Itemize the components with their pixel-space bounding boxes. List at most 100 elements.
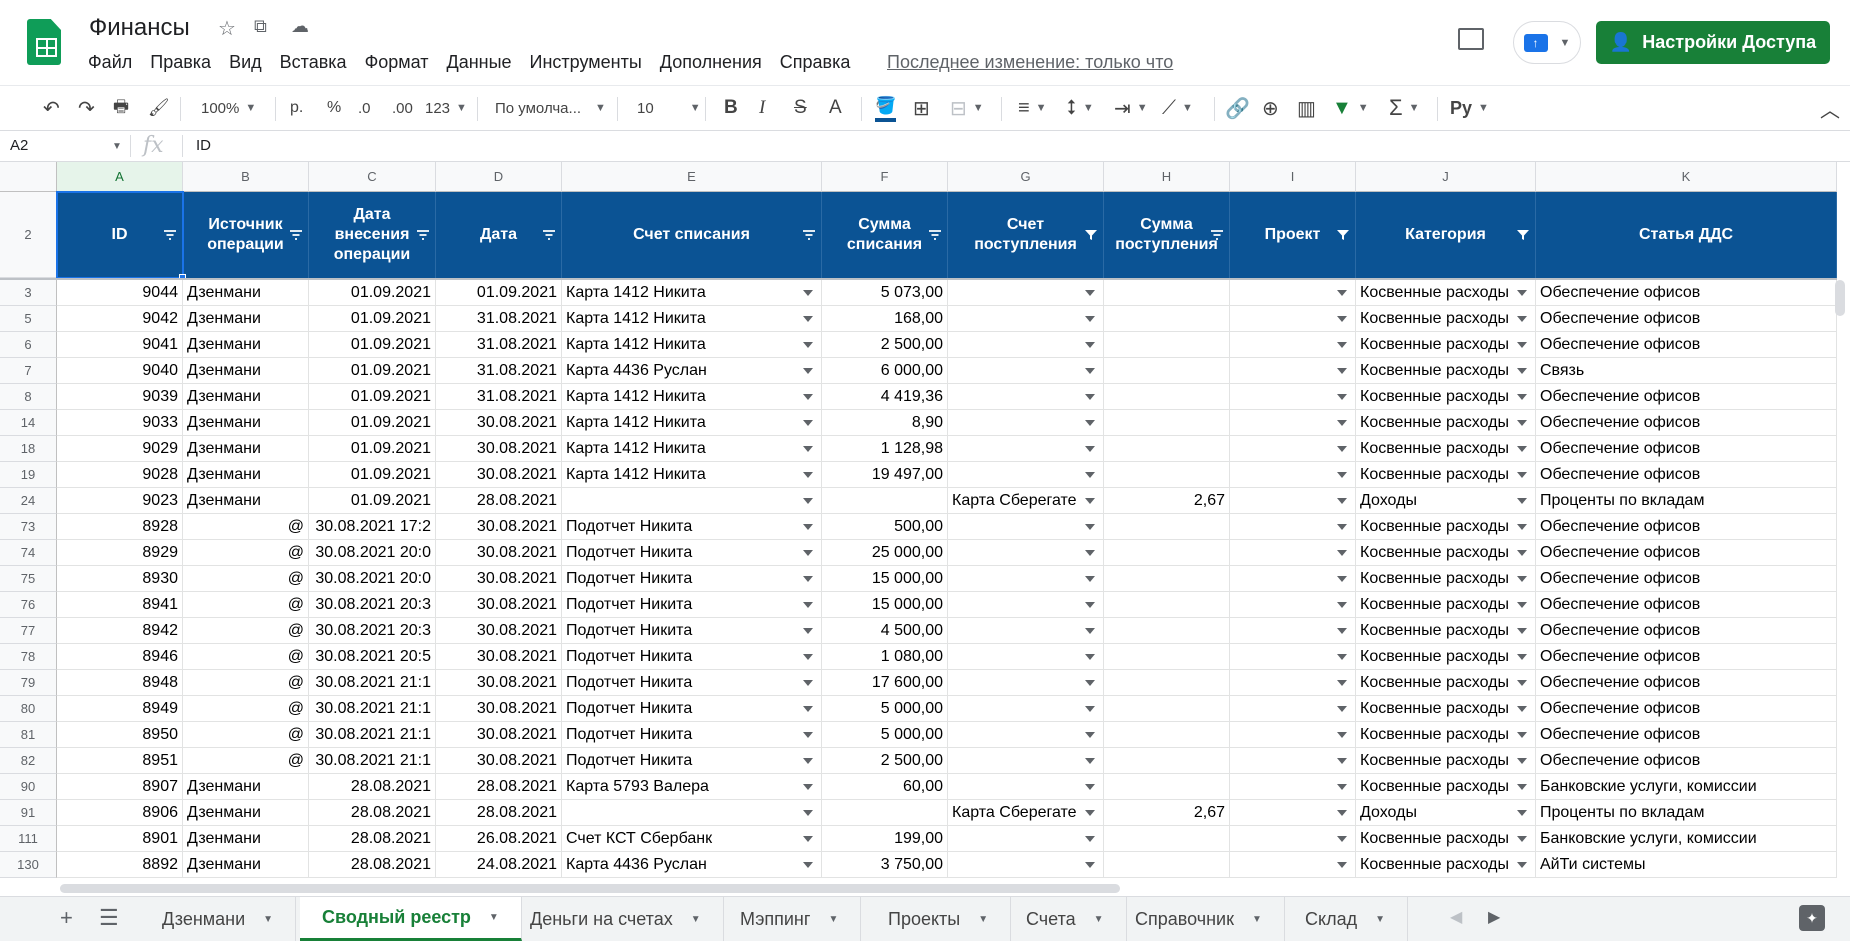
cell-src[interactable]: @ <box>183 696 309 722</box>
filter-icon[interactable] <box>1336 229 1350 241</box>
cell-insum[interactable]: 2,67 <box>1104 488 1230 514</box>
paint-format-icon[interactable]: 🖌 <box>148 94 170 122</box>
cell-sum[interactable]: 5 073,00 <box>822 280 948 306</box>
dropdown-chevron-icon[interactable] <box>1085 342 1095 348</box>
row-header[interactable]: 8 <box>0 384 57 410</box>
cell-id[interactable]: 8906 <box>57 800 183 826</box>
align-vertical-icon[interactable]: ⭥ ▼ <box>1066 94 1094 122</box>
present-button[interactable]: ↑ ▼ <box>1513 21 1581 64</box>
sheet-tab[interactable]: Мэппинг ▼ <box>718 897 862 941</box>
dropdown-chevron-icon[interactable] <box>1337 394 1347 400</box>
cell-proj[interactable] <box>1230 384 1356 410</box>
cell-proj[interactable] <box>1230 410 1356 436</box>
cell-acc[interactable]: Карта 1412 Никита <box>562 306 822 332</box>
header-cell[interactable]: Счет поступления <box>948 192 1104 278</box>
cell-acc[interactable]: Карта 1412 Никита <box>562 332 822 358</box>
cell-cat[interactable]: Косвенные расходы <box>1356 280 1536 306</box>
row-header[interactable]: 90 <box>0 774 57 800</box>
dropdown-chevron-icon[interactable] <box>1517 446 1527 452</box>
cell-src[interactable]: Дзенмани <box>183 826 309 852</box>
dropdown-chevron-icon[interactable] <box>1337 628 1347 634</box>
more-formats-select[interactable]: 123 ▼ <box>425 94 467 122</box>
collapse-toolbar-icon[interactable]: ︿ <box>1820 94 1840 122</box>
dropdown-chevron-icon[interactable] <box>803 784 813 790</box>
dropdown-chevron-icon[interactable] <box>1337 472 1347 478</box>
cell-id[interactable]: 8907 <box>57 774 183 800</box>
dropdown-chevron-icon[interactable] <box>1337 836 1347 842</box>
row-header[interactable]: 3 <box>0 280 57 306</box>
horizontal-scrollbar[interactable] <box>60 884 1120 893</box>
redo-icon[interactable]: ↷ <box>78 94 95 122</box>
dropdown-chevron-icon[interactable] <box>1517 810 1527 816</box>
cell-insum[interactable] <box>1104 540 1230 566</box>
cell-cat[interactable]: Косвенные расходы <box>1356 462 1536 488</box>
cell-sum[interactable]: 4 419,36 <box>822 384 948 410</box>
cell-insum[interactable] <box>1104 852 1230 878</box>
row-header[interactable]: 75 <box>0 566 57 592</box>
filter-icon[interactable] <box>1210 229 1224 241</box>
cell-inacc[interactable] <box>948 436 1104 462</box>
increase-decimals-button[interactable]: .00 <box>392 94 413 122</box>
cell-src[interactable]: @ <box>183 748 309 774</box>
cell-d[interactable]: 26.08.2021 <box>436 826 562 852</box>
dropdown-chevron-icon[interactable] <box>1337 706 1347 712</box>
sheet-tab[interactable]: Справочник ▼ <box>1113 897 1285 941</box>
dropdown-chevron-icon[interactable] <box>1517 602 1527 608</box>
menu-item[interactable]: Инструменты <box>530 52 642 73</box>
cell-acc[interactable]: Подотчет Никита <box>562 540 822 566</box>
header-cell[interactable]: Категория <box>1356 192 1536 278</box>
cell-inacc[interactable] <box>948 852 1104 878</box>
cell-acc[interactable]: Подотчет Никита <box>562 618 822 644</box>
row-header[interactable]: 130 <box>0 852 57 878</box>
cell-dv[interactable]: 30.08.2021 20:3 <box>309 618 436 644</box>
column-header-k[interactable]: K <box>1536 162 1837 192</box>
row-header[interactable]: 76 <box>0 592 57 618</box>
cell-dv[interactable]: 01.09.2021 <box>309 488 436 514</box>
header-cell[interactable]: Сумма поступления <box>1104 192 1230 278</box>
cell-art[interactable]: Обеспечение офисов <box>1536 306 1837 332</box>
cell-art[interactable]: Обеспечение офисов <box>1536 748 1837 774</box>
cell-cat[interactable]: Косвенные расходы <box>1356 306 1536 332</box>
cell-proj[interactable] <box>1230 618 1356 644</box>
cell-proj[interactable] <box>1230 696 1356 722</box>
zoom-select[interactable]: 100% ▼ <box>201 94 256 122</box>
cell-id[interactable]: 9029 <box>57 436 183 462</box>
dropdown-chevron-icon[interactable] <box>1085 446 1095 452</box>
filter-icon[interactable] <box>416 229 430 241</box>
cell-art[interactable]: Обеспечение офисов <box>1536 410 1837 436</box>
cloud-status-icon[interactable]: ☁ <box>291 16 309 37</box>
cell-id[interactable]: 8942 <box>57 618 183 644</box>
cell-sum[interactable]: 1 128,98 <box>822 436 948 462</box>
add-sheet-icon[interactable]: + <box>60 905 73 931</box>
column-header-h[interactable]: H <box>1104 162 1230 192</box>
dropdown-chevron-icon[interactable] <box>803 394 813 400</box>
cell-acc[interactable]: Подотчет Никита <box>562 566 822 592</box>
cell-sum[interactable] <box>822 800 948 826</box>
cell-acc[interactable]: Карта 1412 Никита <box>562 462 822 488</box>
cell-sum[interactable]: 5 000,00 <box>822 696 948 722</box>
cell-art[interactable]: Обеспечение офисов <box>1536 670 1837 696</box>
cell-art[interactable]: Связь <box>1536 358 1837 384</box>
cell-dv[interactable]: 28.08.2021 <box>309 852 436 878</box>
dropdown-chevron-icon[interactable] <box>1517 342 1527 348</box>
row-header[interactable]: 78 <box>0 644 57 670</box>
chevron-down-icon[interactable]: ▼ <box>1094 914 1104 925</box>
column-header-b[interactable]: B <box>183 162 309 192</box>
dropdown-chevron-icon[interactable] <box>1517 316 1527 322</box>
cell-proj[interactable] <box>1230 592 1356 618</box>
cell-art[interactable]: Обеспечение офисов <box>1536 696 1837 722</box>
cell-inacc[interactable] <box>948 332 1104 358</box>
comment-add-icon[interactable]: ⊕ <box>1262 94 1279 122</box>
cell-id[interactable]: 8929 <box>57 540 183 566</box>
cell-src[interactable]: @ <box>183 670 309 696</box>
cell-id[interactable]: 8946 <box>57 644 183 670</box>
row-header[interactable]: 19 <box>0 462 57 488</box>
dropdown-chevron-icon[interactable] <box>1085 394 1095 400</box>
row-header[interactable]: 81 <box>0 722 57 748</box>
cell-inacc[interactable] <box>948 358 1104 384</box>
cell-dv[interactable]: 30.08.2021 20:5 <box>309 644 436 670</box>
cell-cat[interactable]: Косвенные расходы <box>1356 410 1536 436</box>
cell-inacc[interactable]: Карта Сберегате <box>948 488 1104 514</box>
column-header-d[interactable]: D <box>436 162 562 192</box>
dropdown-chevron-icon[interactable] <box>1517 784 1527 790</box>
